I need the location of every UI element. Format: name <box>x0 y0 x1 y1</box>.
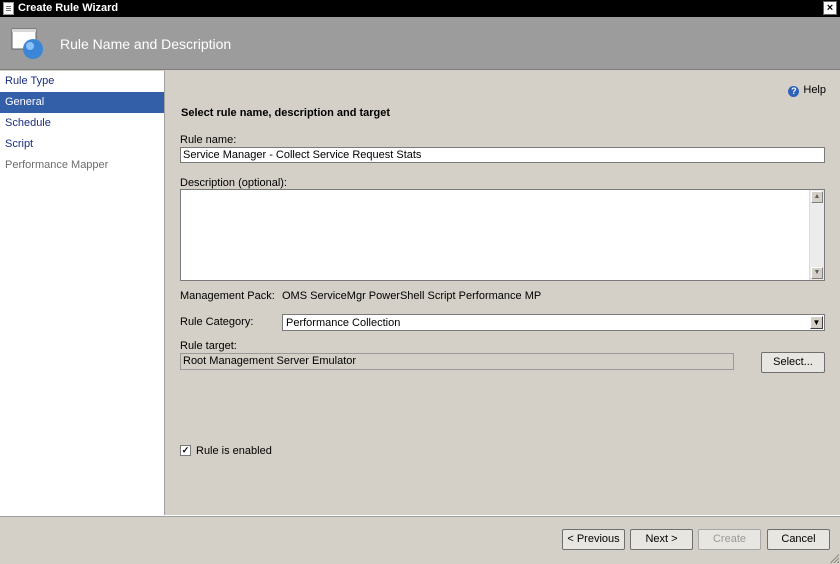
management-pack-value: OMS ServiceMgr PowerShell Script Perform… <box>282 290 542 302</box>
section-heading: Select rule name, description and target <box>181 107 391 119</box>
rule-category-label: Rule Category: <box>180 316 254 328</box>
nav-item-schedule[interactable]: Schedule <box>0 113 164 134</box>
rule-enabled-checkbox[interactable]: ✓ <box>180 445 191 456</box>
page-title: Rule Name and Description <box>60 36 232 52</box>
wizard-app-icon <box>3 2 14 15</box>
chevron-down-icon[interactable]: ▼ <box>810 316 823 329</box>
rule-target-field: Root Management Server Emulator <box>180 353 734 370</box>
nav-item-performance-mapper: Performance Mapper <box>5 159 109 171</box>
rule-target-label: Rule target: <box>180 340 237 352</box>
nav-item-general[interactable]: General <box>0 92 164 113</box>
help-link[interactable]: ? Help <box>788 84 826 97</box>
window-title: Create Rule Wizard <box>18 2 119 14</box>
wizard-page-icon <box>11 28 43 59</box>
footer-divider <box>0 516 840 517</box>
next-button[interactable]: Next > <box>630 529 693 550</box>
rule-enabled-label[interactable]: Rule is enabled <box>196 445 272 457</box>
window-title-bar: Create Rule Wizard × <box>0 0 840 17</box>
wizard-header-banner: Rule Name and Description <box>0 17 840 70</box>
rule-category-select[interactable]: Performance Collection ▼ <box>282 314 825 331</box>
previous-button[interactable]: < Previous <box>562 529 625 550</box>
help-icon[interactable]: ? <box>788 86 800 97</box>
close-icon[interactable]: × <box>823 1 837 15</box>
management-pack-label: Management Pack: <box>180 290 275 302</box>
nav-item-script[interactable]: Script <box>0 134 164 155</box>
wizard-footer: < Previous Next > Create Cancel <box>0 515 840 564</box>
create-button: Create <box>698 529 761 550</box>
wizard-step-nav: Rule Type General Schedule Script Perfor… <box>0 71 165 515</box>
help-label[interactable]: Help <box>803 84 826 96</box>
select-target-button[interactable]: Select... <box>761 352 825 373</box>
scroll-up-icon[interactable]: ▲ <box>811 191 823 203</box>
wizard-content: ? Help Select rule name, description and … <box>166 71 840 515</box>
resize-grip-icon[interactable] <box>829 553 839 563</box>
scroll-down-icon[interactable]: ▼ <box>811 267 823 279</box>
nav-item-rule-type[interactable]: Rule Type <box>0 71 164 92</box>
rule-name-input[interactable]: Service Manager - Collect Service Reques… <box>180 147 825 163</box>
description-scrollbar[interactable]: ▲ ▼ <box>809 190 824 280</box>
rule-category-value: Performance Collection <box>286 317 401 329</box>
description-label: Description (optional): <box>180 177 287 189</box>
cancel-button[interactable]: Cancel <box>767 529 830 550</box>
description-textarea[interactable]: ▲ ▼ <box>180 189 825 281</box>
rule-name-label: Rule name: <box>180 134 237 146</box>
